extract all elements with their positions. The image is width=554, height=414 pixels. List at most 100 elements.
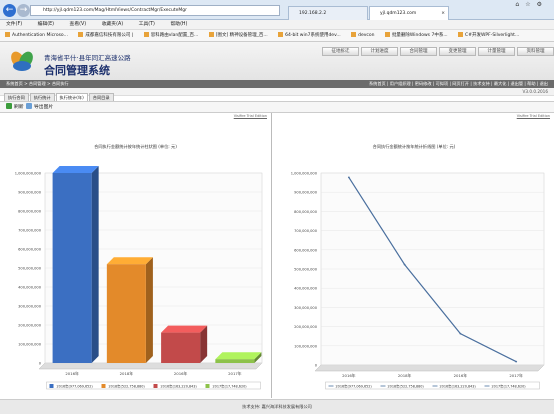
bar-chart: 0 100,000,000 200,000,000 300,000,000 400,00… [15,166,263,390]
bar-side [91,166,99,363]
line-chart-panel: Visifire Trial Edition 合同执行金额统计按年统计折线图 (… [274,113,554,398]
legend-label: 2016年(977,069,652) [336,383,373,388]
plot-floor [314,364,545,372]
bar-top [161,325,208,333]
favorite-link[interactable]: 64-bit win7系统使用dev... [278,30,341,41]
menu-tools[interactable]: 工具(T) [139,22,155,27]
bar-chart-panel: Visifire Trial Edition 合同执行金额统计按年统计柱状图 (… [0,113,272,398]
back-button[interactable]: ← [3,4,16,17]
x-tick-label: 2016年 [174,371,188,376]
bar [215,359,255,363]
legend-label: 2016年(163,220,843) [161,383,198,388]
bar [106,264,146,363]
x-tick-label: 2016年 [454,373,468,378]
browser-tab-1[interactable]: 192.168.2.2 [288,6,368,20]
breadcrumb[interactable]: 系统首页 > 合同管理 > 合同执行 [6,80,69,88]
nav-change[interactable]: 变更管理 [439,47,476,56]
y-tick-label: 100,000,000 [294,344,318,348]
nav-measurement[interactable]: 计量管理 [478,47,515,56]
y-tick-label: 600,000,000 [18,248,42,252]
menu-view[interactable]: 查看(V) [70,22,87,27]
forward-button[interactable]: → [17,4,30,17]
refresh-label: 刷新 [14,105,24,110]
legend-label: 2016年(977,069,652) [57,383,94,388]
tab-execute-contract[interactable]: 执行合同 [4,93,29,101]
favorite-link[interactable]: 思科路由vlan配置_百... [143,30,198,41]
data-point [459,332,462,335]
favorite-link[interactable]: C#开发WPF-Silverlight... [458,30,519,41]
legend-label: 2017年(17,748,620) [492,383,527,388]
favorite-link[interactable]: 成都嘉信科技有限公司 | [78,30,133,41]
export-label: 导出图片 [34,105,54,110]
y-tick-label: 300,000,000 [294,306,318,310]
menu-file[interactable]: 文件(F) [6,22,22,27]
line-chart: 0 100,000,000 200,000,000 300,000,000 400,00… [291,172,545,390]
nav-schedule[interactable]: 计划进度 [361,47,398,56]
address-bar[interactable]: http://yjl.qdm123.com/Mag/HtmlViews/Cont… [30,5,280,16]
x-tick-label: 2018年 [120,371,134,376]
x-tick-label: 2016年 [65,371,79,376]
bar [52,173,92,363]
top-nav: 征地拆迁 计划进度 合同管理 变更管理 计量管理 资料管理 [322,47,554,57]
y-tick-label: 200,000,000 [294,325,318,329]
refresh-button[interactable]: 刷新 [6,102,24,113]
browser-tab-2[interactable]: yjl.qdm123.com × [369,6,449,20]
version-label: V3.0.0.2016 [522,89,548,94]
legend-label: 2016年(163,220,843) [440,383,477,388]
utility-links[interactable]: 系统首页 | 用户组织理 | 密码修改 | 可拟项 | 网页打开 | 技术支持 … [369,80,548,88]
project-subtitle: 青海省平什·县年同汇高速公路 [44,54,131,62]
y-tick-label: 400,000,000 [294,287,318,291]
favorite-link[interactable]: devcon [351,30,375,41]
y-tick-label: 0 [39,362,42,366]
y-tick-label: 900,000,000 [294,191,318,195]
legend-swatch [153,384,158,388]
y-tick-label: 0 [315,364,318,368]
y-tick-label: 400,000,000 [18,286,42,290]
bar-top [215,352,262,360]
y-tick-label: 600,000,000 [294,248,318,252]
menu-bar: 文件(F) 编辑(E) 查看(V) 收藏夹(A) 工具(T) 帮助(H) [0,20,554,30]
page-tabs: 执行合同 执行统计 执行统计(年) 合同目录 [4,93,115,101]
window-controls[interactable]: ⌂☆⚙ [515,1,548,8]
y-tick-label: 1,000,000,000 [15,172,42,176]
legend-label: 2017年(17,748,620) [213,383,248,388]
y-tick-label: 1,000,000,000 [291,172,318,176]
y-tick-label: 700,000,000 [294,229,318,233]
legend-swatch [101,384,106,388]
logo-icon [11,51,33,71]
tab-execute-stats[interactable]: 执行统计 [29,93,55,101]
favorite-link[interactable]: Authentication Microso... [5,30,68,41]
bar-chart-title: 合同执行金额统计按年统计柱状图 (单位: 元) [94,144,177,149]
export-image-button[interactable]: 导出图片 [26,102,53,113]
tab-contract-catalog[interactable]: 合同目录 [88,93,114,101]
menu-edit[interactable]: 编辑(E) [38,22,54,27]
close-tab-icon[interactable]: × [441,7,445,20]
nav-contract[interactable]: 合同管理 [400,47,437,56]
app-title: 合同管理系统 [44,64,110,77]
legend-label: 2018年(522,758,880) [109,383,146,388]
visifire-label[interactable]: Visifire Trial Edition [517,114,550,118]
menu-help[interactable]: 帮助(H) [170,22,187,27]
tab-title: yjl.qdm123.com [380,11,417,16]
bar-top [106,257,153,265]
x-tick-label: 2016年 [342,373,356,378]
footer: 技术支持: 嘉兴海洋科技发展有限公司 [0,399,554,414]
legend-swatch [205,384,210,388]
nav-land-acquisition[interactable]: 征地拆迁 [322,47,359,56]
nav-documents[interactable]: 资料管理 [517,47,554,56]
line-chart-title: 合同执行金额统计按年统计折线图 (单位: 元) [372,144,456,149]
favorite-link[interactable]: 批量删除Windows 7中系... [384,30,448,41]
y-tick-label: 700,000,000 [18,229,42,233]
data-point [515,360,518,363]
y-tick-label: 800,000,000 [18,210,42,214]
y-tick-label: 900,000,000 [18,191,42,195]
toolbar: 刷新 导出图片 [0,101,554,113]
favorite-link[interactable]: [图文] 精神设备管理_百... [208,30,268,41]
image-icon [26,103,32,109]
visifire-label[interactable]: Visifire Trial Edition [234,114,267,118]
y-tick-label: 500,000,000 [294,268,318,272]
menu-favorites[interactable]: 收藏夹(A) [102,22,123,27]
tab-execute-stats-year[interactable]: 执行统计(年) [55,93,88,101]
favorites-bar: Authentication Microso... 成都嘉信科技有限公司 | 思… [0,30,554,42]
y-tick-label: 800,000,000 [294,210,318,214]
